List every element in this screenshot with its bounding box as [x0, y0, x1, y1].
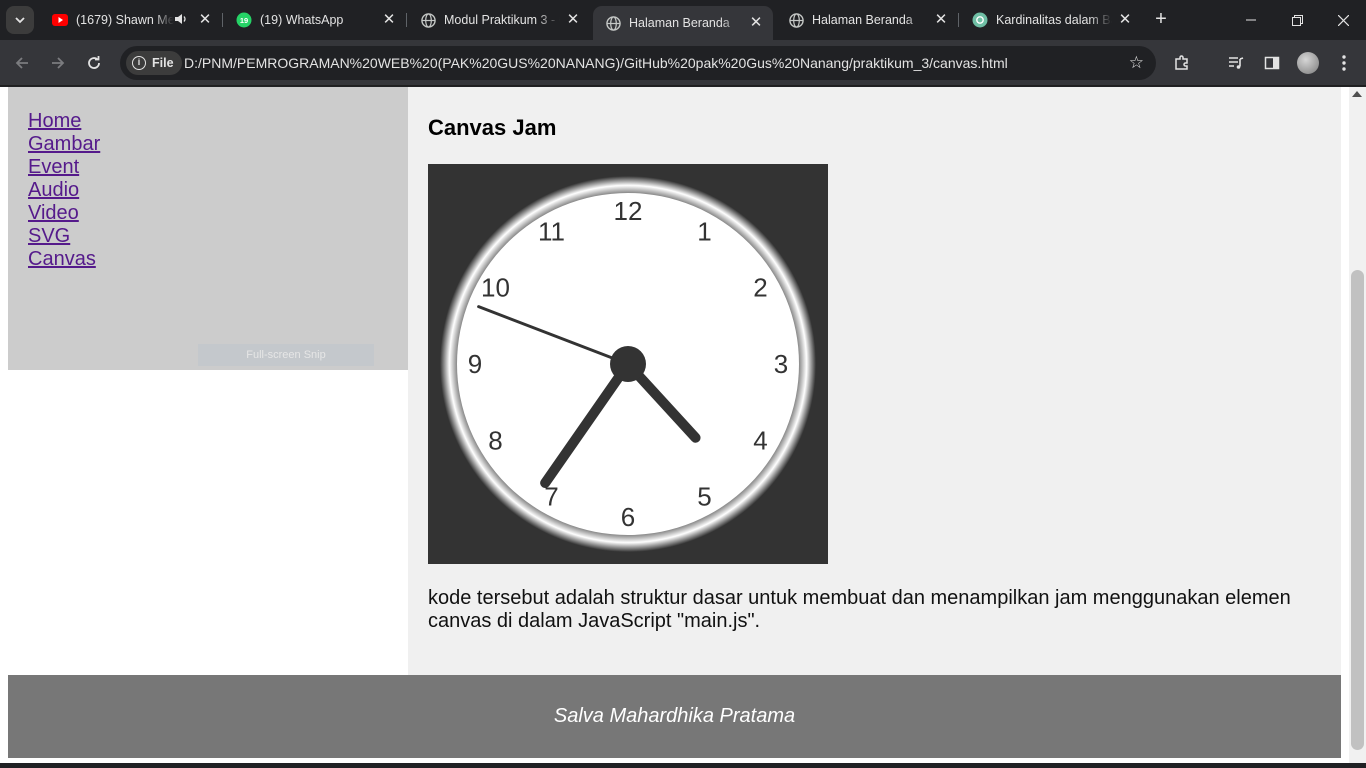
minimize-icon	[1246, 19, 1256, 21]
reload-button[interactable]	[80, 49, 108, 77]
tab-title: Modul Praktikum 3 - Google Docs	[444, 13, 560, 27]
sidebar-nav: Home Gambar Event Audio Video SVG Canvas	[8, 87, 408, 370]
nav-link-video[interactable]: Video	[28, 202, 388, 225]
tab-title: (19) WhatsApp	[260, 13, 344, 27]
kebab-menu-icon	[1342, 55, 1346, 71]
tab-title: Halaman Beranda	[629, 16, 730, 30]
close-tab-icon[interactable]: ✕	[564, 11, 582, 29]
bookmark-star-icon[interactable]: ☆	[1129, 53, 1144, 73]
clock-numeral-10: 10	[481, 273, 510, 303]
window-bottom-edge	[0, 763, 1366, 768]
clock-numeral-11: 11	[538, 216, 565, 246]
nav-link-gambar[interactable]: Gambar	[28, 133, 388, 156]
page-heading: Canvas Jam	[428, 115, 557, 140]
address-bar[interactable]: i File D:/PNM/PEMROGRAMAN%20WEB%20(PAK%2…	[120, 46, 1156, 80]
tab-search-button[interactable]	[6, 6, 34, 34]
new-tab-button[interactable]: +	[1150, 8, 1172, 30]
tab-halaman-beranda[interactable]: Halaman Beranda ✕	[776, 6, 958, 34]
snip-overlay-label: Full-screen Snip	[198, 344, 374, 366]
tab-divider	[222, 13, 223, 27]
back-button[interactable]	[8, 49, 36, 77]
tab-youtube[interactable]: (1679) Shawn Mendes - Treat You Better ✕	[40, 6, 222, 34]
tab-divider	[958, 13, 959, 27]
tab-modul-praktikum[interactable]: Modul Praktikum 3 - Google Docs ✕	[408, 6, 590, 34]
url-text[interactable]: D:/PNM/PEMROGRAMAN%20WEB%20(PAK%20GUS%20…	[184, 55, 1008, 71]
clock-numeral-1: 1	[697, 216, 711, 246]
main-content: Canvas Jam 12 1 2 3 4 5 6 7 8 9 10 11 kode tersebut	[408, 87, 1341, 675]
youtube-icon	[52, 12, 68, 28]
tab-divider	[406, 13, 407, 27]
analog-clock: 121234567891011	[440, 176, 816, 552]
close-tab-icon[interactable]: ✕	[380, 11, 398, 29]
footer-author: Salva Mahardhika Pratama	[553, 705, 796, 727]
tab-title: Kardinalitas dalam Basis Data	[996, 13, 1112, 27]
chevron-down-icon	[15, 17, 25, 24]
clock-numeral-5: 5	[697, 482, 711, 512]
restore-icon	[1291, 14, 1303, 26]
chatgpt-icon	[972, 12, 988, 28]
side-panel-button[interactable]	[1258, 49, 1286, 77]
page-footer: Salva Mahardhika Pratama	[8, 675, 1341, 758]
close-tab-icon[interactable]: ✕	[932, 11, 950, 29]
nav-link-event[interactable]: Event	[28, 156, 388, 179]
site-info-label: File	[152, 56, 174, 70]
close-tab-icon[interactable]: ✕	[196, 11, 214, 29]
scroll-up-arrow-icon[interactable]	[1352, 91, 1362, 97]
restore-button[interactable]	[1274, 0, 1320, 40]
close-icon	[1337, 14, 1349, 26]
tab-title: Halaman Beranda	[812, 13, 913, 27]
forward-button[interactable]	[44, 49, 72, 77]
nav-link-canvas[interactable]: Canvas	[28, 248, 388, 271]
close-window-button[interactable]	[1320, 0, 1366, 40]
clock-numeral-3: 3	[774, 349, 788, 379]
clock-center-pin	[610, 346, 646, 382]
whatsapp-icon: 19	[236, 12, 252, 28]
close-tab-icon[interactable]: ✕	[747, 14, 765, 32]
arrow-left-icon	[15, 57, 28, 69]
minimize-button[interactable]	[1228, 0, 1274, 40]
info-icon: i	[132, 56, 146, 70]
description-text: kode tersebut adalah struktur dasar untu…	[428, 587, 1291, 632]
tab-title: (1679) Shawn Mendes - Treat You Better	[76, 13, 174, 27]
side-panel-icon	[1264, 56, 1280, 70]
clock-numeral-8: 8	[488, 426, 502, 456]
clock-numeral-4: 4	[753, 426, 767, 456]
clock-numeral-2: 2	[753, 273, 767, 303]
reload-icon	[88, 56, 100, 69]
globe-icon	[788, 12, 804, 28]
site-info-chip[interactable]: i File	[126, 51, 182, 75]
close-tab-icon[interactable]: ✕	[1116, 11, 1134, 29]
nav-link-svg[interactable]: SVG	[28, 225, 388, 248]
svg-text:19: 19	[240, 16, 248, 25]
playlist-music-icon	[1229, 57, 1244, 69]
tab-kardinalitas[interactable]: Kardinalitas dalam Basis Data ✕	[960, 6, 1142, 34]
speaker-icon[interactable]	[174, 13, 190, 28]
clock-numeral-9: 9	[468, 349, 482, 379]
globe-icon	[420, 12, 436, 28]
browser-menu-button[interactable]	[1330, 49, 1358, 77]
media-control-button[interactable]	[1222, 49, 1250, 77]
puzzle-icon	[1175, 55, 1188, 70]
browser-toolbar: i File D:/PNM/PEMROGRAMAN%20WEB%20(PAK%2…	[0, 40, 1366, 112]
clock-numeral-6: 6	[621, 502, 635, 532]
globe-icon	[605, 15, 621, 31]
tab-strip: (1679) Shawn Mendes - Treat You Better ✕…	[0, 0, 1366, 40]
page-viewport: Home Gambar Event Audio Video SVG Canvas…	[0, 87, 1366, 768]
nav-link-audio[interactable]: Audio	[28, 179, 388, 202]
clock-numeral-12: 12	[614, 196, 643, 226]
nav-link-home[interactable]: Home	[28, 110, 388, 133]
arrow-right-icon	[52, 57, 65, 69]
profile-avatar[interactable]	[1297, 52, 1319, 74]
clock-canvas: 12 1 2 3 4 5 6 7 8 9 10 11	[428, 164, 828, 564]
tab-halaman-beranda-active[interactable]: Halaman Beranda ✕	[593, 6, 773, 40]
tab-whatsapp[interactable]: 19 (19) WhatsApp ✕	[224, 6, 406, 34]
scrollbar-thumb[interactable]	[1351, 270, 1364, 750]
extensions-button[interactable]	[1168, 49, 1196, 77]
